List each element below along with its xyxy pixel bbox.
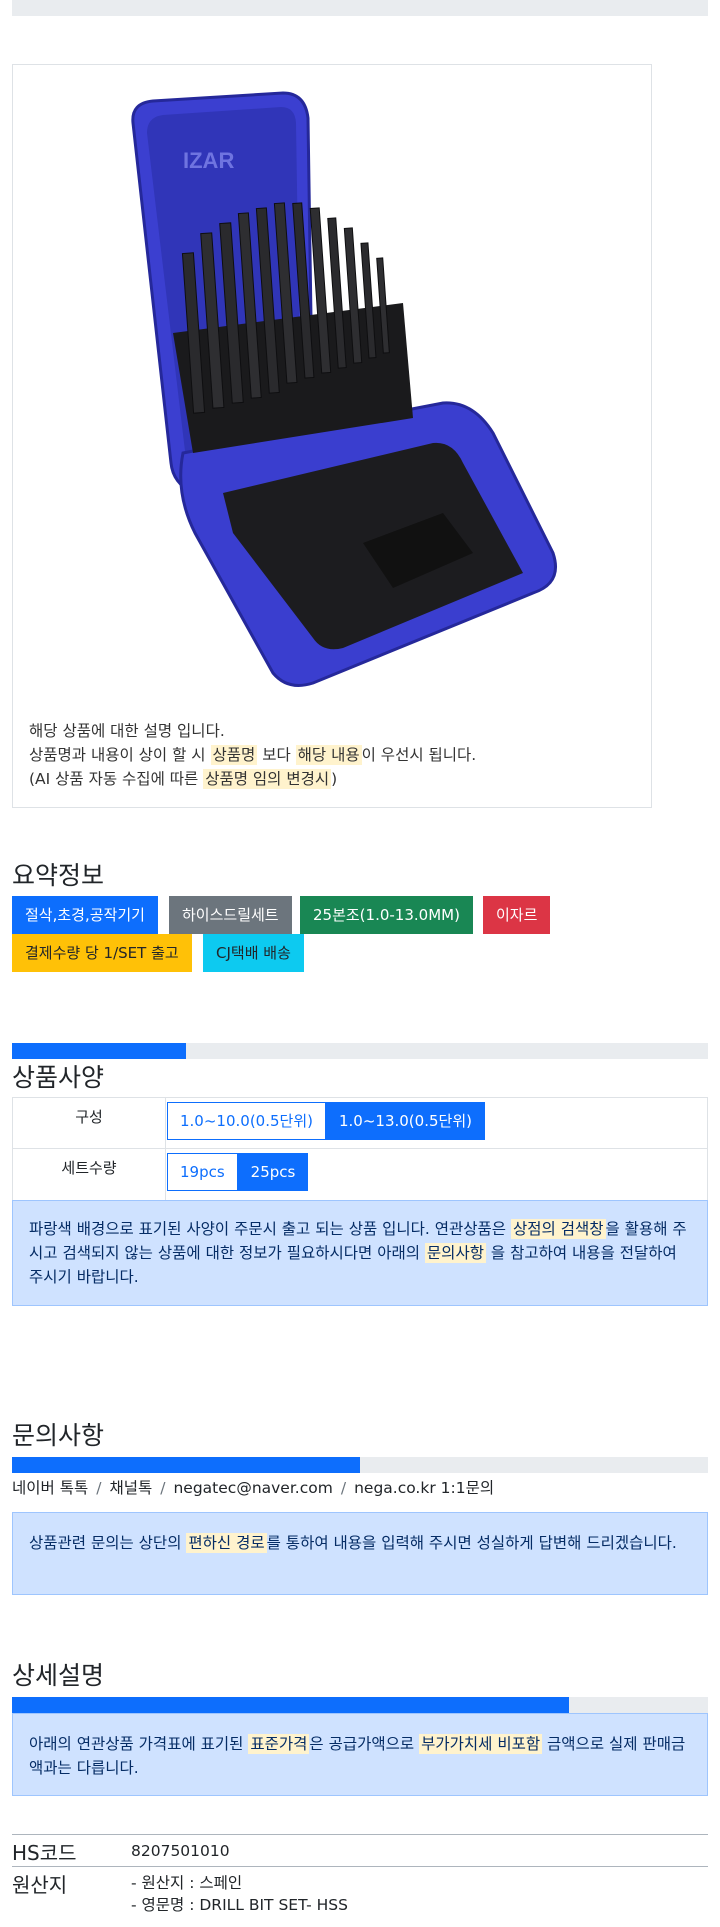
product-info-table: HS코드 8207501010 원산지 - 원산지 : 스페인 - 영문명 : …: [12, 1834, 708, 1927]
contact-site-inquiry[interactable]: nega.co.kr 1:1문의: [354, 1479, 494, 1497]
badge-shipping: CJ택배 배송: [203, 934, 304, 972]
highlight-inquiry: 문의사항: [424, 1243, 486, 1263]
option-25pcs[interactable]: 25pcs: [237, 1153, 309, 1191]
info-row-hs-code: HS코드 8207501010: [12, 1835, 708, 1867]
info-val-hs-code: 8207501010: [131, 1842, 230, 1860]
spec-label-set-quantity: 세트수량: [13, 1149, 166, 1200]
contact-email[interactable]: negatec@naver.com: [173, 1479, 332, 1497]
highlight-content: 해당 내용: [295, 745, 362, 765]
contact-breadcrumb: 네이버 톡톡 / 채널톡 / negatec@naver.com / nega.co.kr …: [12, 1479, 495, 1497]
badge-spec: 25본조(1.0-13.0MM): [300, 896, 473, 934]
origin-country: - 원산지 : 스페인: [131, 1874, 243, 1892]
option-1-13[interactable]: 1.0~13.0(0.5단위): [325, 1102, 485, 1140]
inquiry-title: 문의사항: [12, 1421, 105, 1450]
highlight-name-change: 상품명 임의 변경시: [203, 769, 332, 789]
spec-row-set-quantity: 세트수량 19pcs 25pcs: [13, 1149, 707, 1200]
composition-options: 1.0~10.0(0.5단위) 1.0~13.0(0.5단위): [167, 1102, 485, 1140]
origin-english-name: - 영문명 : DRILL BIT SET- HSS: [131, 1896, 348, 1914]
contact-channel-talk[interactable]: 채널톡: [109, 1479, 152, 1497]
spec-row-composition: 구성 1.0~10.0(0.5단위) 1.0~13.0(0.5단위): [13, 1098, 707, 1149]
badge-category: 절삭,초경,공작기기: [12, 896, 158, 934]
option-1-10[interactable]: 1.0~10.0(0.5단위): [167, 1102, 326, 1140]
contact-naver-talk[interactable]: 네이버 톡톡: [12, 1479, 88, 1497]
highlight-standard-price: 표준가격: [248, 1734, 310, 1754]
desc-line-1: 해당 상품에 대한 설명 입니다.: [29, 722, 225, 740]
info-row-origin: 원산지 - 원산지 : 스페인 - 영문명 : DRILL BIT SET- H…: [12, 1867, 708, 1927]
info-key-hs-code: HS코드: [12, 1841, 77, 1865]
highlight-search: 상점의 검색창: [511, 1219, 606, 1239]
spec-title: 상품사양: [12, 1063, 105, 1092]
set-quantity-options: 19pcs 25pcs: [167, 1153, 309, 1191]
option-19pcs[interactable]: 19pcs: [167, 1153, 238, 1191]
inquiry-notice: 상품관련 문의는 상단의 편하신 경로 를 통하여 내용을 입력해 주시면 성실하…: [12, 1512, 708, 1595]
spec-progress-bar: [12, 1043, 708, 1059]
inquiry-progress-fill: [12, 1457, 360, 1473]
spec-progress-fill: [12, 1043, 186, 1059]
top-progress-bar: [12, 0, 708, 16]
inquiry-progress-bar: [12, 1457, 708, 1473]
detail-progress-fill: [12, 1697, 569, 1713]
spec-table: 구성 1.0~10.0(0.5단위) 1.0~13.0(0.5단위) 세트수량 …: [12, 1097, 708, 1201]
desc-line-3: (AI 상품 자동 수집에 따른 상품명 임의 변경시): [29, 769, 338, 789]
info-val-origin: - 원산지 : 스페인 - 영문명 : DRILL BIT SET- HSS: [131, 1872, 348, 1916]
badge-brand: 이자르: [483, 896, 551, 934]
detail-notice: 아래의 연관상품 가격표에 표기된 표준가격 은 공급가액으로 부가가치세 비포함…: [12, 1713, 708, 1796]
detail-progress-bar: [12, 1697, 708, 1713]
detail-title: 상세설명: [12, 1661, 105, 1690]
product-card: IZAR 해당 상품에 대한 설명 입니다. 상품명과 내용이 상이 할 시 상…: [12, 64, 652, 808]
desc-line-2: 상품명과 내용이 상이 할 시 상품명 보다 해당 내용 이 우선시 됩니다.: [29, 745, 477, 765]
highlight-channel: 편하신 경로: [186, 1533, 267, 1553]
summary-title: 요약정보: [12, 861, 105, 890]
badge-quantity: 결제수량 당 1/SET 출고: [12, 934, 192, 972]
case-brand-text: IZAR: [183, 148, 234, 173]
product-description: 해당 상품에 대한 설명 입니다. 상품명과 내용이 상이 할 시 상품명 보다…: [29, 719, 476, 791]
info-key-origin: 원산지: [12, 1873, 68, 1897]
highlight-vat: 부가가치세 비포함: [419, 1734, 543, 1754]
highlight-product-name: 상품명: [210, 745, 258, 765]
badge-product-type: 하이스드릴세트: [169, 896, 292, 934]
product-image: IZAR: [131, 91, 557, 687]
spec-label-composition: 구성: [13, 1098, 166, 1148]
spec-notice: 파랑색 배경으로 표기된 사양이 주문시 출고 되는 상품 입니다. 연관상품은…: [12, 1200, 708, 1306]
